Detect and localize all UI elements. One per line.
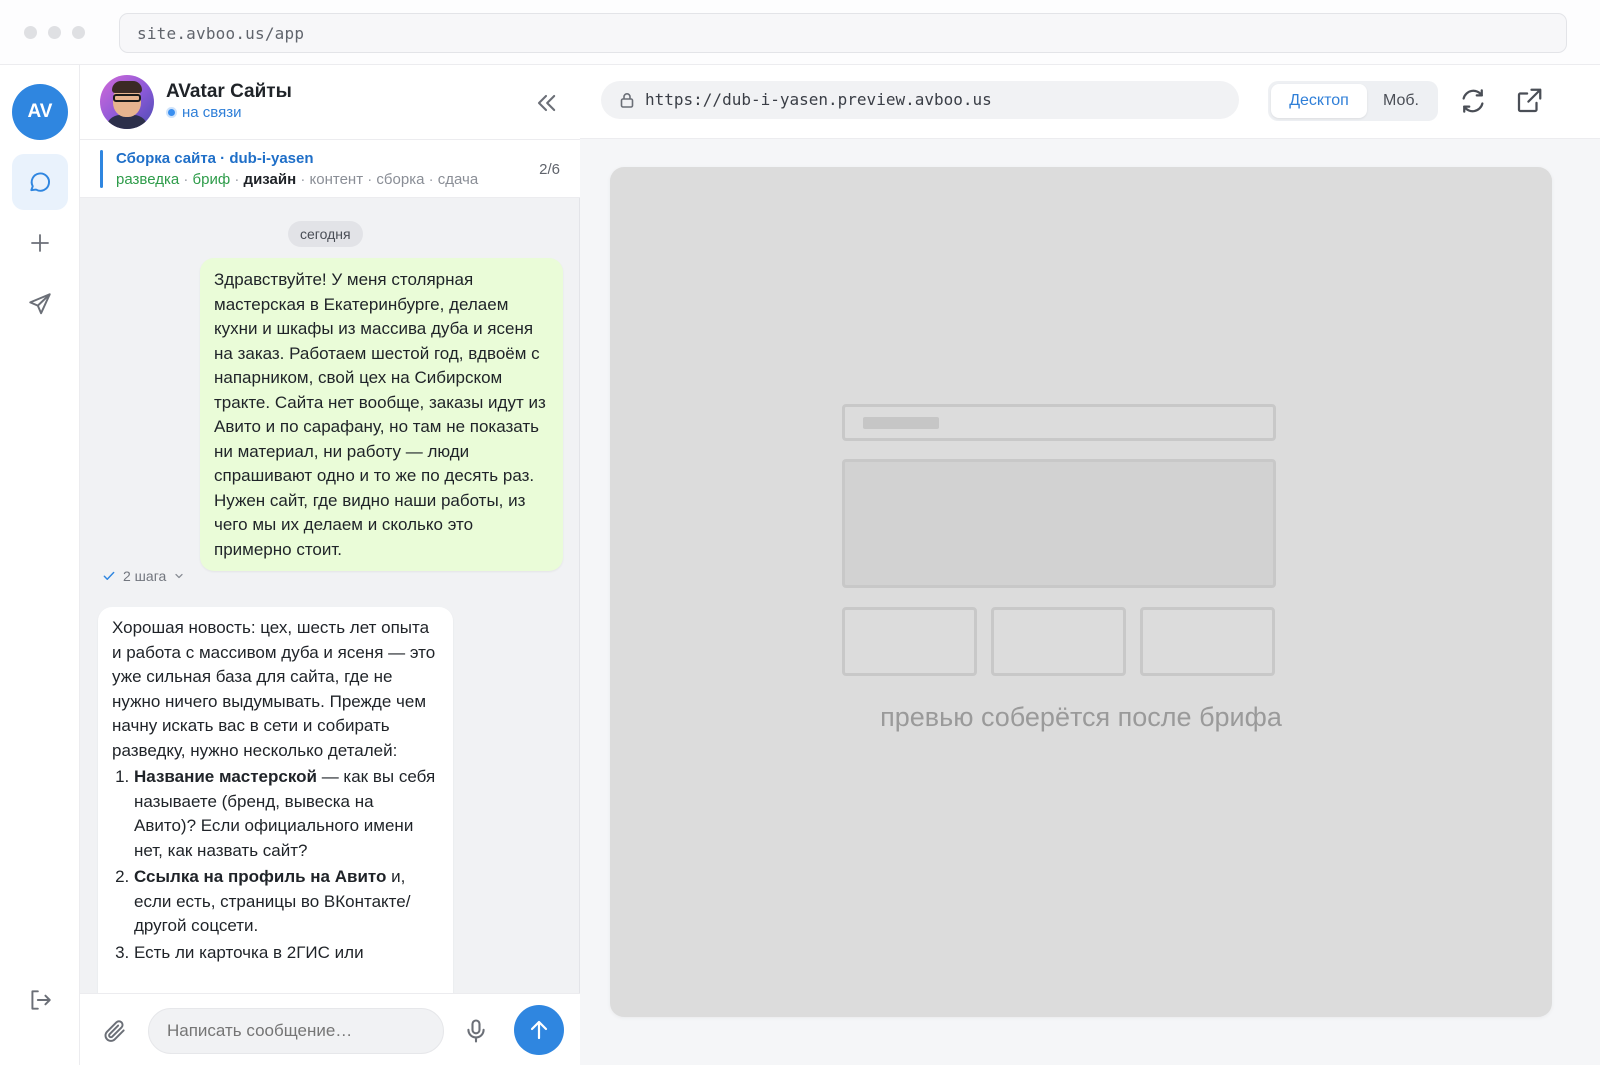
mode-mobile-tab[interactable]: Моб. xyxy=(1367,84,1435,118)
rail-item-chats[interactable] xyxy=(12,154,68,210)
refresh-icon[interactable] xyxy=(1458,86,1488,116)
online-dot-icon xyxy=(166,107,177,118)
status-label: на связи xyxy=(182,104,242,121)
message-composer xyxy=(80,993,580,1065)
project-progress[interactable]: Сборка сайта · dub-i-yasen разведка · бр… xyxy=(80,140,580,198)
list-item: Есть ли карточка в 2ГИС или xyxy=(134,941,439,966)
device-mode-switch: Десктоп Моб. xyxy=(1268,81,1438,121)
project-title: Сборка сайта · dub-i-yasen xyxy=(116,150,314,167)
lock-icon xyxy=(620,93,634,108)
steps-toggle[interactable]: 2 шага xyxy=(102,568,185,584)
app-rail: AV xyxy=(0,65,80,1065)
message-input[interactable] xyxy=(148,1008,444,1054)
steps-toggle-label: 2 шага xyxy=(123,568,167,584)
step-label: разведка xyxy=(116,171,180,188)
window-control-dot[interactable] xyxy=(48,26,61,39)
wireframe-header xyxy=(842,404,1276,441)
arrow-up-icon xyxy=(530,1020,548,1040)
chat-bubble-icon xyxy=(30,172,50,192)
chat-title: AVatar Сайты xyxy=(166,81,292,102)
step-label: бриф xyxy=(192,171,231,188)
mode-desktop-tab[interactable]: Десктоп xyxy=(1271,84,1367,118)
user-avatar[interactable]: AV xyxy=(12,84,68,140)
window-control-dot[interactable] xyxy=(72,26,85,39)
chat-header: AVatar Сайты на связи xyxy=(80,65,580,140)
logout-icon xyxy=(31,990,51,1010)
rail-item-logout[interactable] xyxy=(12,972,68,1028)
chevron-down-icon xyxy=(175,573,183,579)
preview-url-field[interactable]: https://dub-i-yasen.preview.avboo.us xyxy=(601,81,1239,119)
chat-panel: AVatar Сайты на связи Сборка сайта · dub… xyxy=(80,65,580,1065)
browser-toolbar: site.avboo.us/app xyxy=(0,0,1600,65)
message-intro: Хорошая новость: цех, шесть лет опыта и … xyxy=(112,618,436,760)
step-counter: 2/6 xyxy=(539,161,560,178)
wireframe-card xyxy=(991,607,1126,676)
microphone-icon[interactable] xyxy=(462,1016,490,1046)
checkmark-icon xyxy=(103,571,115,580)
wireframe-card xyxy=(1140,607,1275,676)
step-label-current: дизайн xyxy=(243,171,297,188)
step-trail: разведка · бриф · дизайн · контент · сбо… xyxy=(116,171,479,188)
send-plane-icon xyxy=(29,293,51,315)
open-external-icon[interactable] xyxy=(1514,86,1544,116)
list-item: Название мастерской — как вы себя называ… xyxy=(134,765,439,863)
wireframe-hero xyxy=(842,459,1276,588)
send-button[interactable] xyxy=(514,1005,564,1055)
list-item: Ссылка на профиль на Авито и, если есть,… xyxy=(134,865,439,939)
step-label: сдача xyxy=(437,171,479,188)
assistant-avatar xyxy=(100,75,154,129)
date-separator: сегодня xyxy=(288,221,363,247)
paperclip-icon[interactable] xyxy=(102,1018,128,1044)
preview-toolbar: https://dub-i-yasen.preview.avboo.us Дес… xyxy=(580,65,1600,139)
rail-item-send[interactable] xyxy=(12,276,68,332)
question-list: Название мастерской — как вы себя называ… xyxy=(112,765,439,965)
outgoing-message: Здравствуйте! У меня столярная мастерска… xyxy=(200,258,563,571)
preview-placeholder-caption: превью соберётся после брифа xyxy=(880,702,1282,732)
preview-canvas: превью соберётся после брифа xyxy=(610,167,1552,1017)
window-control-dot[interactable] xyxy=(24,26,37,39)
double-chevron-left-icon[interactable] xyxy=(532,89,560,117)
browser-address-bar[interactable]: site.avboo.us/app xyxy=(119,13,1567,53)
wireframe-card xyxy=(842,607,977,676)
step-label: контент xyxy=(309,171,364,188)
plus-icon xyxy=(31,234,49,252)
online-status: на связи xyxy=(166,104,241,121)
preview-panel: https://dub-i-yasen.preview.avboo.us Дес… xyxy=(580,65,1600,1065)
step-label: сборка xyxy=(376,171,425,188)
rail-item-new[interactable] xyxy=(12,215,68,271)
